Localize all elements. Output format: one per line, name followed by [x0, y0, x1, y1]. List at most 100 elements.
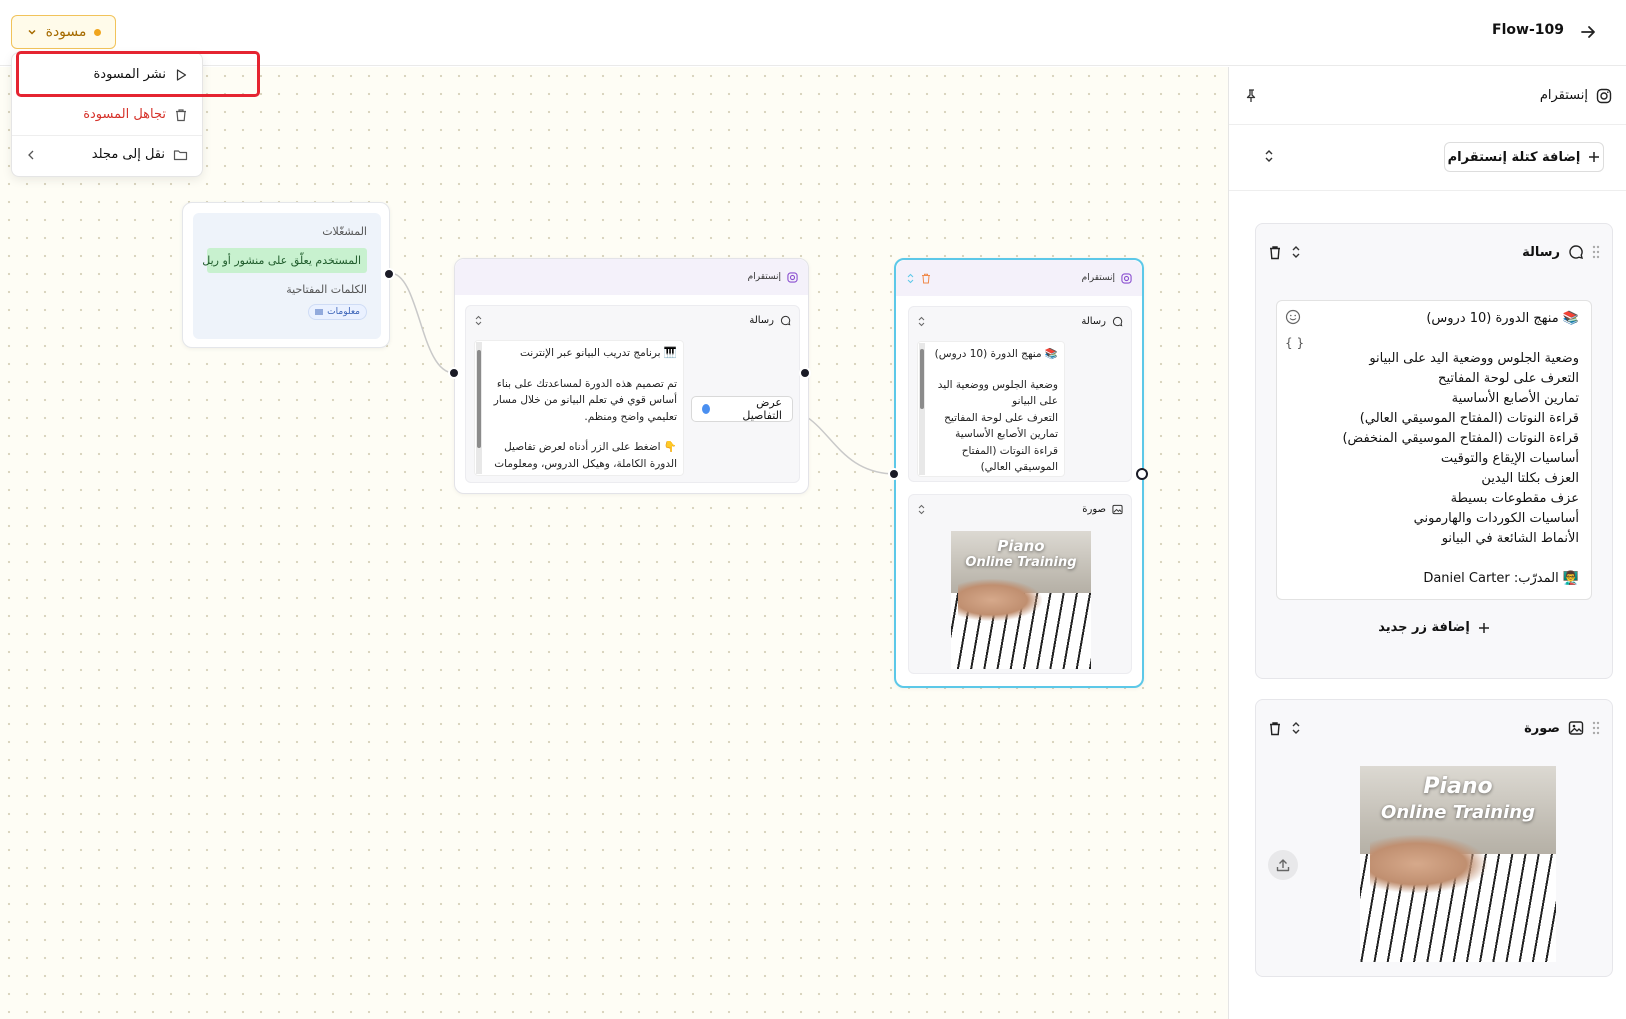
msg-line: وضعية الجلوس ووضعية اليد على البيانو	[1369, 351, 1579, 366]
menu-item-label: تجاهل المسودة	[83, 107, 166, 122]
scrollbar-thumb[interactable]	[920, 349, 924, 409]
chat-bubble-icon	[1568, 244, 1584, 260]
message-block[interactable]: رسالة 📚 منهج الدورة (10 دروس) وضعية الجل…	[1255, 223, 1613, 679]
output-port[interactable]	[799, 367, 811, 379]
variables-icon[interactable]: { }	[1285, 333, 1304, 353]
drag-handle-icon[interactable]	[1592, 245, 1600, 259]
pin-icon[interactable]	[1243, 88, 1259, 104]
message-text[interactable]: 🎹 برنامج تدريب البيانو عبر الإنترنت تم ت…	[474, 340, 684, 476]
panel-title: إنستقرام	[1539, 88, 1588, 103]
highlight-box	[16, 51, 260, 97]
plus-icon	[1588, 151, 1600, 163]
sort-icon[interactable]	[1263, 149, 1275, 163]
image-icon	[1568, 720, 1584, 736]
image-label: صورة	[1082, 503, 1106, 515]
node-title: إنستقرام	[747, 272, 781, 282]
button-label: إضافة زر جديد	[1378, 620, 1470, 635]
output-port[interactable]	[1136, 468, 1148, 480]
menu-item-move-folder[interactable]: نقل إلى مجلد	[92, 147, 188, 162]
expand-icon[interactable]	[906, 273, 915, 284]
trash-icon[interactable]	[1268, 245, 1282, 260]
piano-image: Piano Online Training	[1360, 766, 1556, 962]
trash-icon	[174, 108, 188, 122]
expand-icon[interactable]	[917, 316, 926, 327]
message-card-header: رسالة	[466, 306, 799, 334]
image-subtitle: Online Training	[1381, 802, 1535, 823]
keyword-text: معلومات	[327, 307, 360, 317]
msg-line: قراءة النوتات (المفتاح الموسيقي المنخفض)	[1342, 431, 1579, 446]
image-card[interactable]: صورة Piano Online Training	[908, 494, 1132, 674]
button-label: إضافة كتلة إنستقرام	[1447, 149, 1581, 165]
image-subtitle: Online Training	[965, 555, 1077, 570]
expand-icon[interactable]	[474, 315, 483, 326]
lines-icon	[315, 309, 324, 315]
msg-line: تمارين الأصابع الأساسية	[955, 428, 1058, 440]
msg-line: التعرف على لوحة المفاتيح	[944, 411, 1058, 424]
msg-line: تم تصميم هذه الدورة لمساعدتك على بناء أس…	[493, 377, 677, 423]
message-card-header: رسالة	[909, 307, 1131, 335]
output-port[interactable]	[383, 268, 395, 280]
image-block-header: صورة	[1256, 700, 1612, 756]
add-instagram-block-button[interactable]: إضافة كتلة إنستقرام	[1444, 142, 1604, 172]
sort-icon[interactable]	[1290, 245, 1302, 259]
msg-line: التعرف على لوحة المفاتيح	[1438, 371, 1579, 386]
instagram-node-selected[interactable]: إنستقرام رسالة 📚 منهج الدورة (10 دروس) و…	[888, 258, 1148, 688]
menu-item-discard[interactable]: تجاهل المسودة	[83, 107, 188, 122]
msg-line: قراءة النوتات (المفتاح الموسيقي العالي)	[1359, 411, 1579, 426]
chat-bubble-icon	[780, 315, 791, 326]
msg-line: أساسيات الكوردات والهارموني	[1413, 511, 1579, 526]
plus-icon	[1478, 622, 1490, 634]
node-header: إنستقرام	[455, 259, 808, 295]
message-textarea[interactable]: 📚 منهج الدورة (10 دروس) وضعية الجلوس ووض…	[1276, 300, 1592, 600]
view-details-button[interactable]: عرض التفاصيل	[691, 396, 793, 422]
emoji-icon[interactable]	[1285, 309, 1301, 325]
msg-line: عزف مقطوعات بسيطة	[1450, 491, 1579, 506]
block-title: صورة	[1524, 720, 1560, 736]
trash-icon[interactable]	[1268, 721, 1282, 736]
panel-header: إنستقرام	[1229, 67, 1626, 125]
button-port[interactable]	[702, 404, 711, 414]
message-label: رسالة	[749, 314, 774, 326]
node-title: إنستقرام	[1081, 273, 1115, 283]
drag-handle-icon[interactable]	[1592, 721, 1600, 735]
input-port[interactable]	[888, 468, 900, 480]
msg-line	[481, 425, 677, 439]
instagram-icon	[1596, 88, 1612, 104]
image-title: Piano	[1423, 774, 1493, 799]
piano-image: Piano Online Training	[951, 531, 1091, 669]
msg-line: وضعية الجلوس ووضعية اليد على البيانو	[937, 378, 1058, 408]
scrollbar-thumb[interactable]	[477, 350, 481, 448]
instagram-node[interactable]: إنستقرام رسالة 🎹 برنامج تدريب البيانو عب…	[448, 258, 811, 494]
instagram-icon	[1121, 272, 1132, 284]
image-block[interactable]: صورة Piano Online Training	[1255, 699, 1613, 977]
divider	[12, 135, 202, 136]
panel-toolbar: إضافة كتلة إنستقرام	[1229, 125, 1626, 191]
message-card[interactable]: رسالة 📚 منهج الدورة (10 دروس) وضعية الجل…	[908, 306, 1132, 482]
triggers-label: المشغّلات	[322, 225, 367, 238]
folder-icon	[173, 148, 188, 162]
input-port[interactable]	[448, 367, 460, 379]
sort-icon[interactable]	[1290, 721, 1302, 735]
expand-icon[interactable]	[917, 504, 926, 515]
msg-line: تمارين الأصابع الأساسية	[1451, 391, 1579, 406]
menu-item-label: نقل إلى مجلد	[91, 147, 165, 162]
msg-line: قراءة النوتات (المفتاح الموسيقي العالي)	[961, 444, 1058, 474]
msg-line: العزف بكلتا اليدين	[1481, 471, 1579, 486]
msg-line: 📚 منهج الدورة (10 دروس)	[1426, 311, 1579, 326]
message-card[interactable]: رسالة 🎹 برنامج تدريب البيانو عبر الإنترن…	[465, 305, 800, 483]
keyword-chip[interactable]: معلومات	[308, 304, 367, 320]
add-new-button[interactable]: إضافة زر جديد	[1256, 620, 1612, 635]
msg-line: 👨‍🏫 المدرّب: Daniel Carter	[1423, 571, 1579, 586]
trash-icon[interactable]	[921, 273, 931, 284]
upload-icon[interactable]	[1268, 850, 1298, 880]
trigger-node[interactable]: المشغّلات المستخدم يعلّق على منشور أو ري…	[182, 202, 395, 348]
properties-panel: إنستقرام إضافة كتلة إنستقرام رسالة 📚 منه…	[1228, 67, 1626, 1019]
trigger-chip[interactable]: المستخدم يعلّق على منشور أو ريل	[202, 248, 367, 273]
message-text[interactable]: 📚 منهج الدورة (10 دروس) وضعية الجلوس ووض…	[917, 341, 1065, 477]
arrow-right-icon[interactable]	[1578, 22, 1598, 42]
msg-line: أساسيات الإيقاع والتوقيت	[1440, 451, 1579, 466]
msg-line	[1289, 329, 1579, 349]
msg-line	[481, 362, 677, 376]
message-label: رسالة	[1081, 315, 1106, 327]
msg-line: 📚 منهج الدورة (10 دروس)	[934, 348, 1058, 360]
